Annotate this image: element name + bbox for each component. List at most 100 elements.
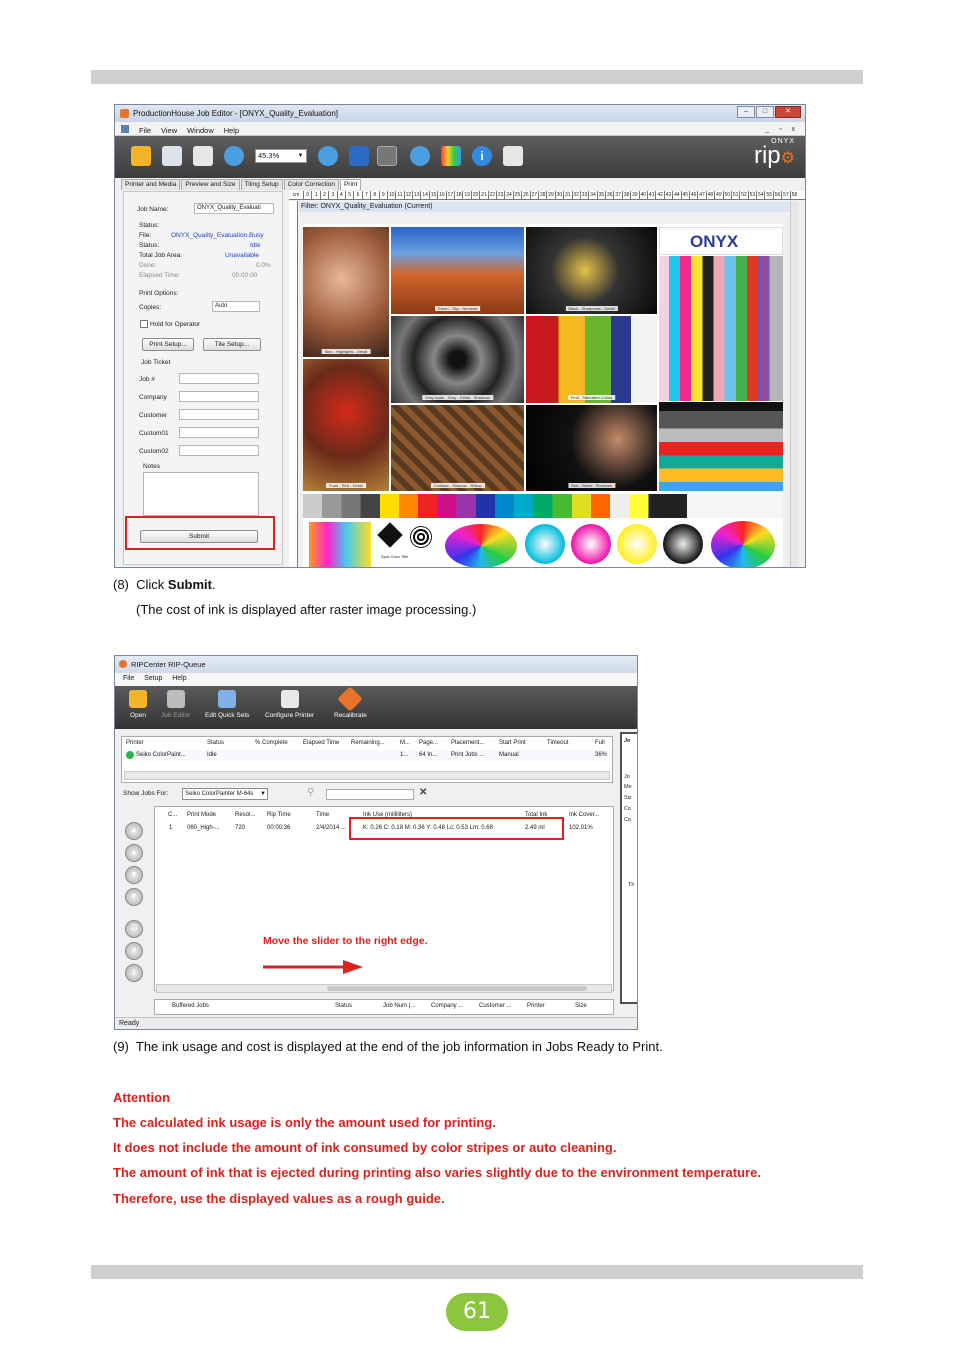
pause-job-button[interactable]: Ⅱ	[125, 964, 143, 982]
table-row[interactable]: Seiko ColorPaint... Idle 1... 64 In... P…	[122, 750, 612, 761]
vertical-scrollbar[interactable]	[790, 201, 799, 567]
menu-help[interactable]: Help	[224, 126, 239, 135]
move-up-button[interactable]: ▲	[125, 844, 143, 862]
move-down-button[interactable]: ▼	[125, 866, 143, 884]
zoom-in-icon[interactable]	[318, 146, 338, 166]
column-header[interactable]: Customer ...	[479, 1003, 512, 1009]
column-header[interactable]: Placement...	[451, 740, 484, 746]
close-button[interactable]: ✕	[775, 106, 801, 118]
step-9-body: The ink usage and cost is displayed at t…	[135, 1039, 663, 1054]
configure-printer-button[interactable]: Configure Printer	[265, 690, 314, 719]
printer-settings-icon[interactable]	[503, 146, 523, 166]
column-header[interactable]: Size	[575, 1003, 587, 1009]
show-jobs-select[interactable]: Seiko ColorPainter M-64s ▼	[182, 788, 268, 800]
tab-print[interactable]: Print	[339, 179, 362, 190]
recalibrate-label: Recalibrate	[334, 712, 367, 719]
move-top-button[interactable]: ▲	[125, 822, 143, 840]
cell-resolution: 720	[235, 825, 246, 831]
tile-setup-button[interactable]: Tile Setup...	[203, 338, 261, 351]
column-header[interactable]: Rip Time	[267, 812, 291, 818]
panel-text: Th	[628, 882, 635, 888]
edit-quick-sets-button[interactable]: Edit Quick Sets	[205, 690, 249, 719]
menu-view[interactable]: View	[161, 126, 177, 135]
search-input[interactable]	[326, 789, 414, 800]
open-button[interactable]: Open	[129, 690, 147, 719]
column-header[interactable]: Status	[207, 740, 224, 746]
column-header[interactable]: Company ...	[431, 1003, 463, 1009]
column-header[interactable]: Buffered Jobs	[172, 1003, 209, 1009]
custom01-input[interactable]	[179, 427, 259, 438]
configure-printer-label: Configure Printer	[265, 712, 315, 719]
customer-input[interactable]	[179, 409, 259, 420]
column-header[interactable]: Start Print	[499, 740, 526, 746]
column-header[interactable]: Print Mode	[187, 812, 216, 818]
panel-text: Jo	[624, 774, 630, 780]
scrollbar-thumb[interactable]	[327, 986, 587, 991]
zoom-out-icon[interactable]	[410, 146, 430, 166]
job-name-input[interactable]: ONYX_Quality_Evaluati	[194, 203, 274, 214]
copies-input[interactable]: Auto	[212, 301, 260, 312]
column-header[interactable]: % Complete	[255, 740, 288, 746]
mdi-controls[interactable]: _ ▫ x	[765, 126, 799, 133]
recalibrate-button[interactable]: Recalibrate	[334, 686, 367, 719]
column-header[interactable]: Status	[335, 1003, 352, 1009]
tab-tiling-setup[interactable]: Tiling Setup	[240, 179, 283, 190]
info-icon[interactable]: i	[472, 146, 492, 166]
menu-bar: File Setup Help	[115, 673, 637, 686]
delete-job-button[interactable]: ✕	[125, 942, 143, 960]
clear-icon[interactable]: ✕	[419, 787, 427, 798]
menu-window[interactable]: Window	[187, 126, 214, 135]
job-editor-button[interactable]: Job Editor	[161, 690, 190, 719]
open-folder-icon[interactable]	[131, 146, 151, 166]
horizontal-scrollbar[interactable]	[156, 984, 612, 993]
tab-preview-and-size[interactable]: Preview and Size	[181, 179, 240, 190]
column-header[interactable]: Time	[316, 812, 329, 818]
column-header[interactable]: Ink Cover...	[569, 812, 599, 818]
column-header[interactable]: Timeout	[547, 740, 568, 746]
menu-file[interactable]: File	[139, 126, 151, 135]
notes-textarea[interactable]	[143, 472, 259, 516]
column-header[interactable]: Printer	[126, 740, 144, 746]
yellow-gradient-circle	[617, 524, 657, 564]
job-number-input[interactable]	[179, 373, 259, 384]
column-header[interactable]: Printer	[527, 1003, 545, 1009]
menu-setup[interactable]: Setup	[144, 675, 162, 682]
zoom-select[interactable]: 45.3% ▼	[255, 149, 307, 163]
zoom-icon[interactable]	[224, 146, 244, 166]
done-label: Done:	[139, 262, 157, 269]
menu-file[interactable]: File	[123, 675, 134, 682]
horizontal-scrollbar[interactable]	[124, 771, 610, 780]
cell-printer: Seiko ColorPaint...	[136, 752, 186, 758]
page-icon[interactable]	[349, 146, 369, 166]
save-icon[interactable]	[162, 146, 182, 166]
maximize-button[interactable]: □	[756, 106, 774, 118]
column-header[interactable]: Job Num (...	[383, 1003, 416, 1009]
customer-label: Customer	[139, 412, 168, 419]
print-tab-panel: Job Name: ONYX_Quality_Evaluati Status: …	[123, 191, 283, 565]
chevron-down-icon: ▼	[260, 791, 266, 797]
file-value: ONYX_Quality_Evaluation.Busy	[171, 232, 264, 239]
print-setup-button[interactable]: Print Setup...	[142, 338, 194, 351]
move-bottom-button[interactable]: ▼	[125, 888, 143, 906]
tab-color-correction[interactable]: Color Correction	[283, 179, 339, 190]
print-icon[interactable]	[193, 146, 213, 166]
column-header[interactable]: Elapsed Time	[303, 740, 339, 746]
tab-printer-and-media[interactable]: Printer and Media	[121, 179, 181, 190]
column-header[interactable]: Full	[595, 740, 605, 746]
hold-checkbox[interactable]	[140, 320, 148, 328]
column-header[interactable]: C...	[168, 812, 177, 818]
column-header[interactable]: Page...	[419, 740, 438, 746]
column-header[interactable]: Resol...	[235, 812, 255, 818]
minimize-button[interactable]: –	[737, 106, 755, 118]
printer-table: Printer Status % Complete Elapsed Time R…	[121, 736, 613, 783]
job-editor-window: ProductionHouse Job Editor - [ONYX_Quali…	[114, 104, 806, 568]
column-header[interactable]: M...	[400, 740, 410, 746]
crop-icon[interactable]	[377, 146, 397, 166]
color-grid-icon[interactable]	[441, 146, 461, 166]
custom01-label: Custom01	[139, 430, 169, 437]
copy-job-button[interactable]: ❐	[125, 920, 143, 938]
column-header[interactable]: Remaining...	[351, 740, 385, 746]
company-input[interactable]	[179, 391, 259, 402]
menu-help[interactable]: Help	[172, 675, 186, 682]
custom02-input[interactable]	[179, 445, 259, 456]
